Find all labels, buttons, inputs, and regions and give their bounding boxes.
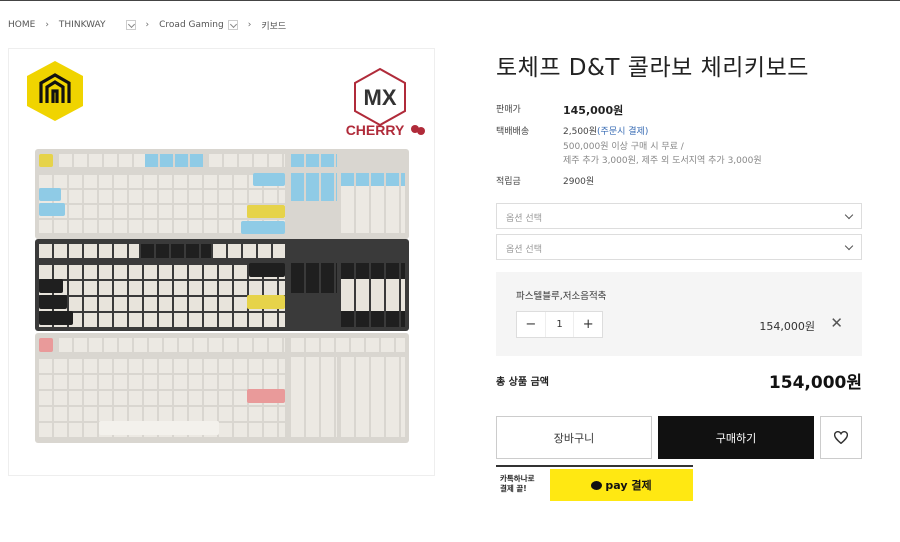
shipping-method: (주문시 결제)	[597, 127, 649, 137]
points-label: 적립금	[496, 177, 521, 187]
cherry-mx-logo: MX CHERRY	[346, 67, 425, 138]
selected-option-name: 파스텔블루,저소음적축	[516, 291, 607, 302]
total-price: 154,000원	[768, 373, 862, 393]
option-select-1[interactable]: 옵션 선택	[496, 203, 862, 229]
shipping-fee-amount: 2,500원	[563, 127, 598, 137]
option-select-1-placeholder: 옵션 선택	[506, 214, 542, 224]
option-select-2-placeholder: 옵션 선택	[506, 245, 542, 255]
chevron-right-icon: ›	[247, 20, 252, 30]
top-border	[0, 0, 900, 1]
key-esc	[39, 154, 53, 167]
breadcrumb-croad-gaming[interactable]: Croad Gaming	[159, 20, 224, 30]
option-select-2[interactable]: 옵션 선택	[496, 234, 862, 260]
kakaopay-note-line1: 카톡하나로	[500, 474, 535, 483]
quantity-minus-button[interactable]: −	[517, 312, 545, 337]
selected-option-price: 154,000원	[759, 320, 815, 333]
sale-price-label: 판매가	[496, 105, 521, 115]
keyboard-cream-pink	[35, 333, 409, 443]
kakaopay-button-label: pay 결제	[605, 479, 652, 492]
kakaopay-section: 카톡하나로 결제 끝! pay 결제	[496, 465, 693, 501]
total-label: 총 상품 금액	[496, 377, 549, 388]
breadcrumb-home[interactable]: HOME	[8, 20, 35, 30]
selected-option: 파스텔블루,저소음적축 − 1 + 154,000원 ✕	[496, 272, 862, 356]
shipping-fee: 2,500원(주문시 결제)	[563, 124, 648, 137]
keyboard-dark	[35, 239, 409, 331]
cherry-text: CHERRY	[346, 122, 405, 138]
mx-text: MX	[364, 85, 397, 110]
chevron-right-icon: ›	[45, 20, 49, 30]
heart-icon	[834, 431, 848, 444]
points-value: 2900원	[563, 177, 595, 187]
product-title: 토체프 D&T 콜라보 체리키보드	[496, 55, 809, 81]
kakaopay-note: 카톡하나로 결제 끝!	[500, 474, 535, 494]
kakaopay-button[interactable]: pay 결제	[550, 469, 693, 501]
quantity-plus-button[interactable]: +	[574, 312, 602, 337]
chevron-down-icon[interactable]	[125, 20, 136, 30]
breadcrumb-keyboard[interactable]: 키보드	[261, 19, 286, 32]
breadcrumb-thinkway[interactable]: THINKWAY	[59, 20, 106, 30]
kakaopay-note-line2: 결제 끝!	[500, 484, 527, 493]
quantity-input[interactable]: 1	[544, 312, 575, 337]
buy-now-button[interactable]: 구매하기	[658, 416, 814, 459]
hexagon-logo	[27, 61, 83, 121]
chat-bubble-icon	[591, 480, 603, 490]
breadcrumb: HOME › THINKWAY › Croad Gaming › 키보드	[8, 18, 286, 32]
sale-price: 145,000원	[563, 104, 624, 117]
chevron-down-icon	[844, 241, 854, 251]
chevron-right-icon: ›	[145, 20, 150, 30]
add-to-cart-button[interactable]: 장바구니	[496, 416, 652, 459]
close-icon[interactable]: ✕	[830, 314, 843, 332]
chevron-down-icon	[844, 210, 854, 220]
chevron-down-icon[interactable]	[227, 20, 238, 30]
wishlist-button[interactable]	[820, 416, 862, 459]
shipping-note-free: 500,000원 이상 구매 시 무료 /	[563, 142, 684, 152]
shipping-label: 택배배송	[496, 127, 530, 137]
quantity-stepper: − 1 +	[516, 311, 603, 338]
product-image: MX CHERRY	[8, 48, 435, 476]
keyboard-pastel-blue	[35, 149, 409, 239]
shipping-note-jeju: 제주 추가 3,000원, 제주 외 도서지역 추가 3,000원	[563, 156, 762, 166]
